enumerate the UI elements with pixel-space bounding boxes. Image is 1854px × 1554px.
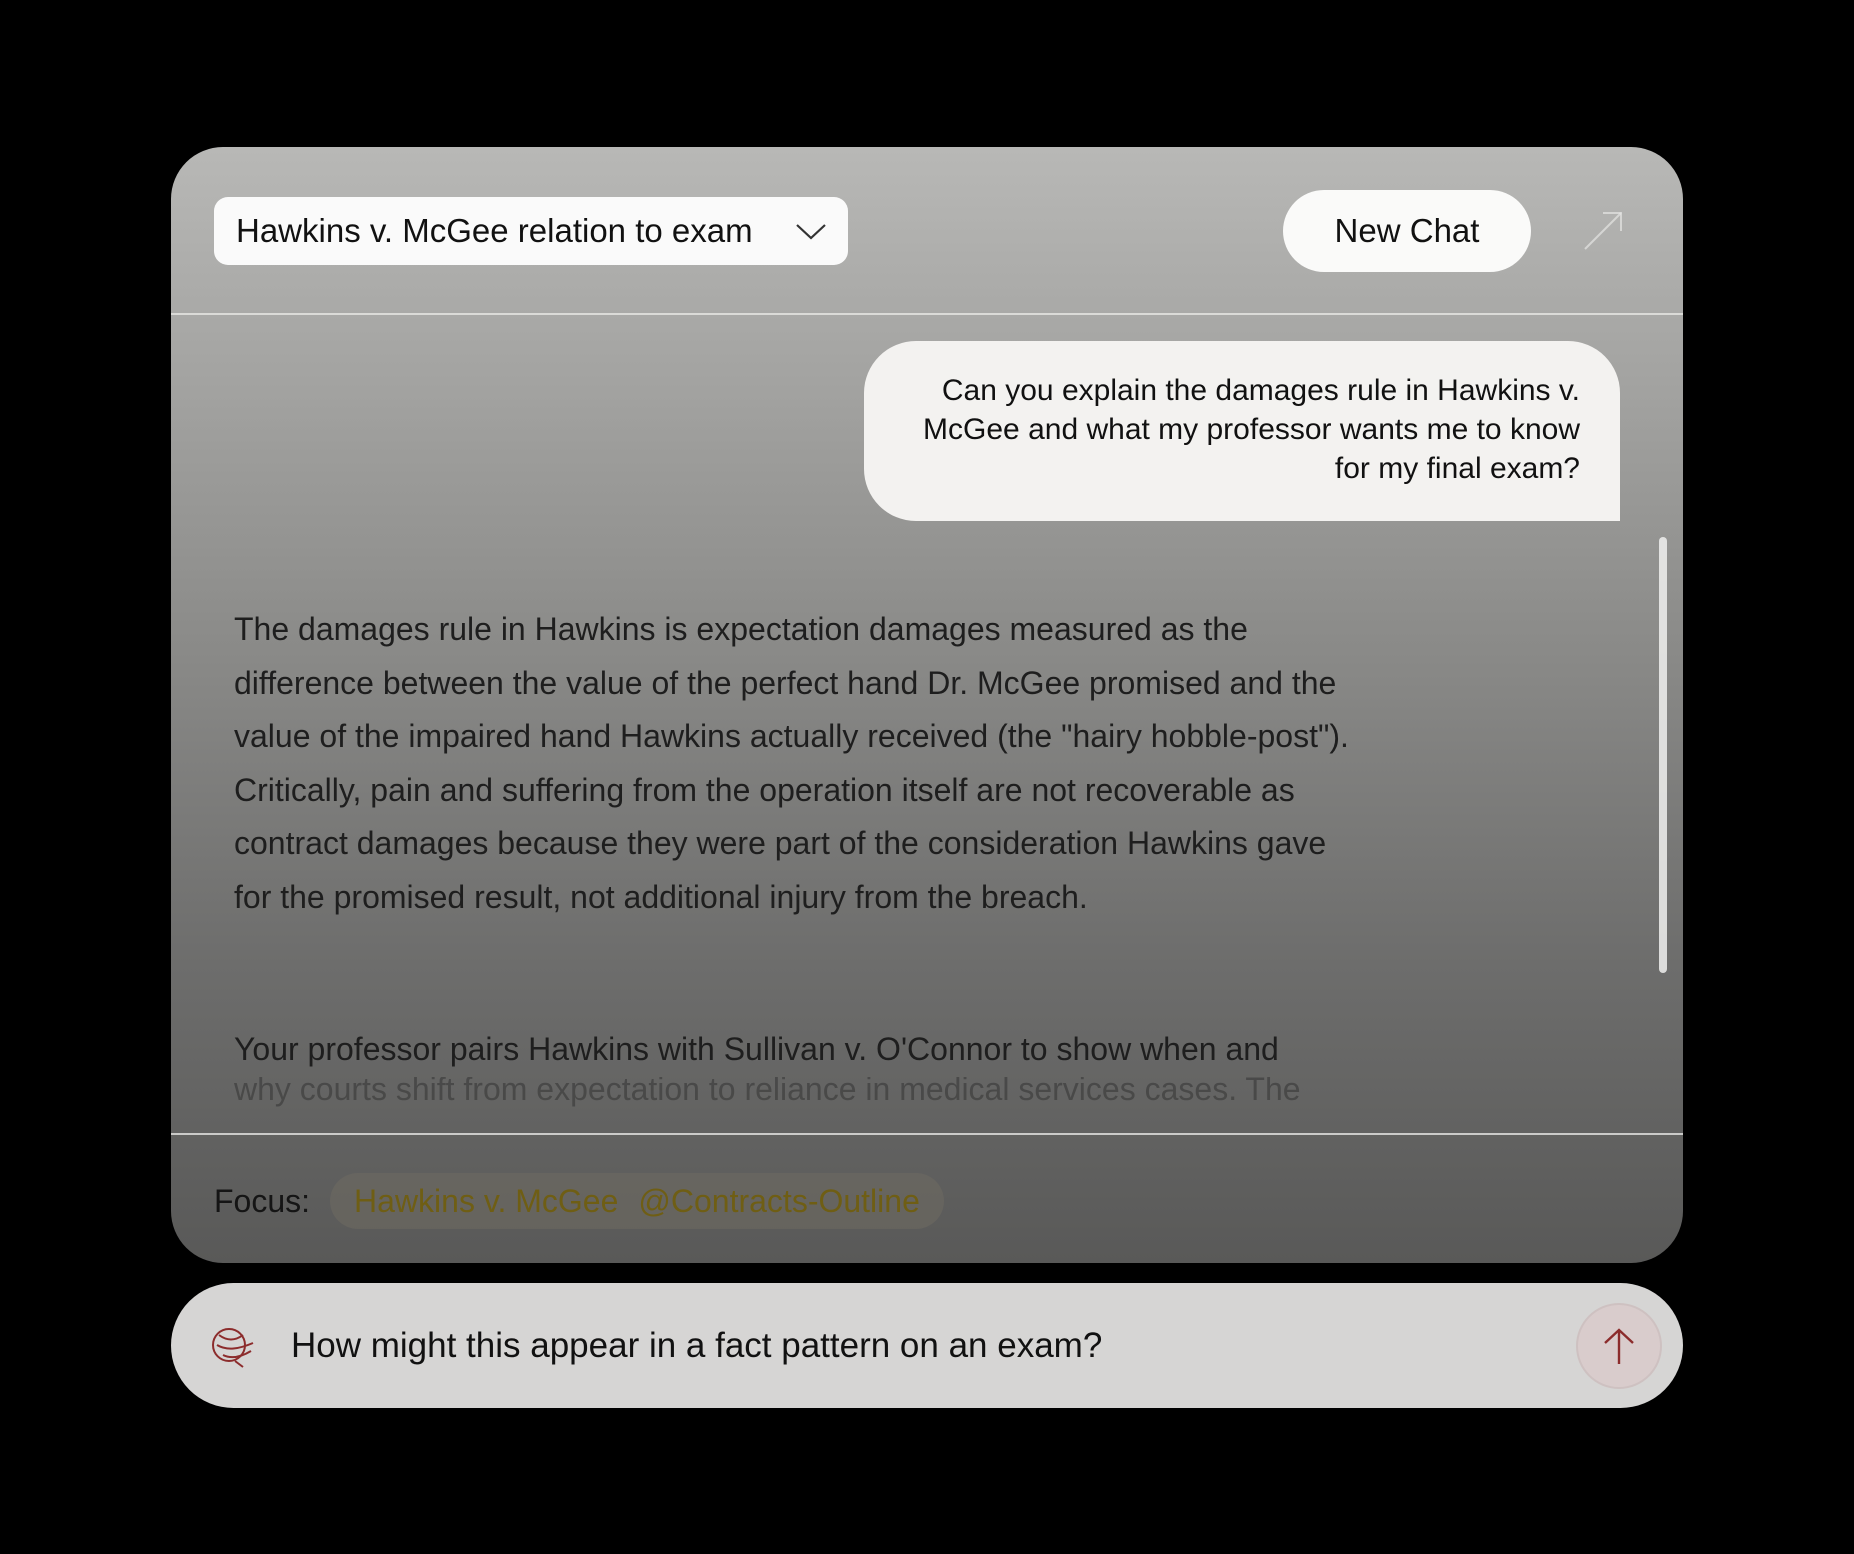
expand-arrow-icon[interactable]: [1579, 207, 1627, 255]
focus-chip-outline[interactable]: @Contracts-Outline: [628, 1183, 929, 1220]
focus-chips: Hawkins v. McGee @Contracts-Outline: [330, 1173, 944, 1229]
assistant-message-faded-text: why courts shift from expectation to rel…: [234, 1077, 1301, 1107]
footer-divider: [171, 1133, 1683, 1135]
focus-row: Focus: Hawkins v. McGee @Contracts-Outli…: [214, 1171, 944, 1231]
assistant-message-paragraph: The damages rule in Hawkins is expectati…: [234, 611, 1349, 915]
chat-scrollbar[interactable]: [1659, 537, 1667, 973]
message-input[interactable]: [289, 1313, 1453, 1379]
message-composer: [171, 1283, 1683, 1408]
chat-title: Hawkins v. McGee relation to exam: [236, 212, 753, 249]
chat-header: Hawkins v. McGee relation to exam New Ch…: [171, 147, 1683, 314]
assistant-logo-icon: [212, 1328, 254, 1368]
user-message-bubble: Can you explain the damages rule in Hawk…: [864, 341, 1620, 521]
chevron-down-icon: [796, 224, 826, 240]
new-chat-button[interactable]: New Chat: [1283, 190, 1531, 272]
user-message-text: Can you explain the damages rule in Hawk…: [923, 374, 1580, 485]
focus-chip-case[interactable]: Hawkins v. McGee: [344, 1183, 628, 1220]
assistant-message-paragraph-2: Your professor pairs Hawkins with Sulliv…: [234, 1031, 1279, 1067]
focus-label: Focus:: [214, 1182, 311, 1219]
assistant-message-faded-line: why courts shift from expectation to rel…: [234, 1077, 1364, 1110]
send-button[interactable]: [1578, 1305, 1660, 1387]
header-divider: [171, 313, 1683, 315]
chat-title-dropdown[interactable]: Hawkins v. McGee relation to exam: [214, 197, 848, 265]
chat-panel: Hawkins v. McGee relation to exam New Ch…: [171, 147, 1683, 1263]
arrow-up-icon: [1604, 1328, 1634, 1364]
